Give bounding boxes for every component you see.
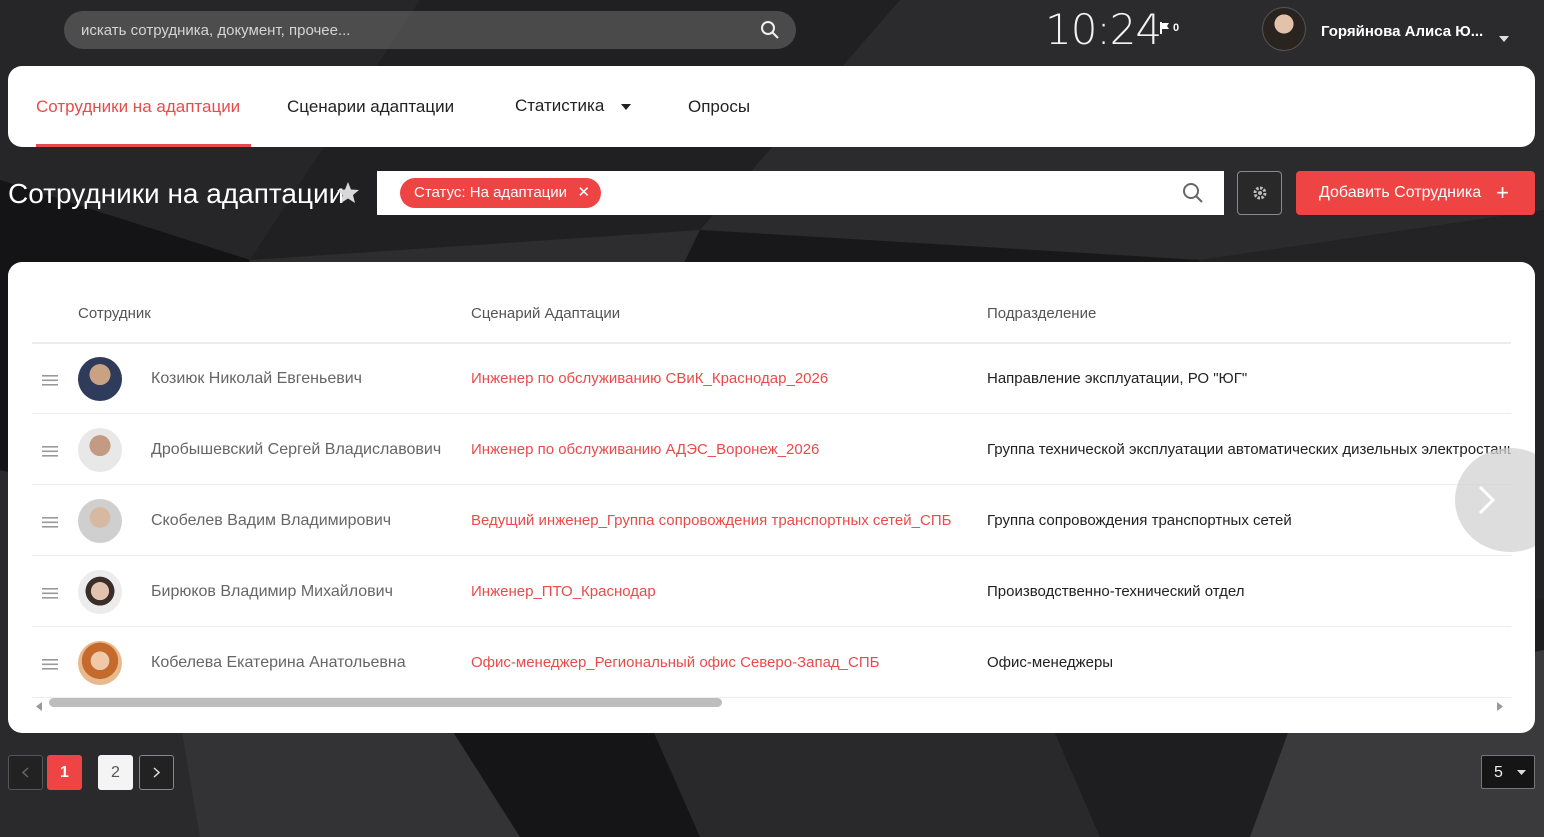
- department: Группа сопровождения транспортных сетей: [987, 512, 1292, 529]
- column-header-scenario[interactable]: Сценарий Адаптации: [471, 305, 620, 322]
- table-row[interactable]: Козиюк Николай Евгеньевич Инженер по обс…: [32, 343, 1511, 414]
- department: Группа технической эксплуатации автомати…: [987, 441, 1511, 458]
- chevron-down-icon[interactable]: [1499, 29, 1509, 47]
- scenario-link[interactable]: Офис-менеджер_Региональный офис Северо-З…: [471, 654, 879, 671]
- notifications[interactable]: 0: [1160, 22, 1179, 34]
- horizontal-scrollbar[interactable]: [49, 698, 722, 707]
- user-name[interactable]: Горяйнова Алиса Ю...: [1321, 23, 1483, 40]
- status-filter-label: Статус: На адаптации: [414, 184, 568, 201]
- add-employee-label: Добавить Сотрудника: [1319, 184, 1482, 201]
- prev-page-button[interactable]: [8, 755, 43, 790]
- next-page-button[interactable]: [139, 755, 174, 790]
- avatar: [78, 357, 122, 401]
- chevron-right-icon: [153, 767, 160, 778]
- global-search: [64, 11, 796, 49]
- settings-button[interactable]: [1237, 171, 1282, 215]
- table-row[interactable]: Бирюков Владимир Михайлович Инженер_ПТО_…: [32, 556, 1511, 627]
- drag-handle-icon[interactable]: [42, 515, 58, 533]
- top-bar: 10:24 0 Горяйнова Алиса Ю...: [0, 0, 1544, 62]
- avatar: [78, 428, 122, 472]
- per-page-value: 5: [1494, 764, 1503, 781]
- page-title: Сотрудники на адаптации: [8, 178, 345, 209]
- scenario-link[interactable]: Инженер_ПТО_Краснодар: [471, 583, 656, 600]
- scroll-right-arrow-icon[interactable]: [1497, 698, 1503, 716]
- nav-tabs: Сотрудники на адаптации Сценарии адаптац…: [8, 66, 1535, 147]
- column-header-department[interactable]: Подразделение: [987, 305, 1096, 322]
- gear-icon: [1253, 186, 1266, 200]
- notifications-count: 0: [1173, 22, 1180, 34]
- page-2-button[interactable]: 2: [98, 755, 133, 790]
- add-employee-button[interactable]: Добавить Сотрудника +: [1296, 171, 1535, 215]
- user-avatar[interactable]: [1262, 7, 1306, 51]
- employee-name[interactable]: Скобелев Вадим Владимирович: [151, 512, 391, 530]
- employees-table: Сотрудник Сценарий Адаптации Подразделен…: [8, 262, 1535, 733]
- global-search-input[interactable]: [81, 21, 721, 39]
- chevron-right-icon: [1478, 485, 1496, 515]
- tab-statistics-label: Статистика: [515, 96, 605, 115]
- scroll-left-arrow-icon[interactable]: [36, 698, 42, 716]
- active-tab-underline: [36, 144, 251, 147]
- employee-name[interactable]: Бирюков Владимир Михайлович: [151, 583, 393, 601]
- chevron-down-icon: [1517, 770, 1526, 775]
- employee-name[interactable]: Кобелева Екатерина Анатольевна: [151, 654, 406, 672]
- flag-icon: [1160, 22, 1169, 34]
- tab-surveys[interactable]: Опросы: [688, 97, 750, 117]
- employee-name[interactable]: Козиюк Николай Евгеньевич: [151, 370, 362, 388]
- tab-adaptation-scenarios[interactable]: Сценарии адаптации: [287, 97, 454, 117]
- department: Офис-менеджеры: [987, 654, 1114, 671]
- drag-handle-icon[interactable]: [42, 657, 58, 675]
- scenario-link[interactable]: Инженер по обслуживанию СВиК_Краснодар_2…: [471, 370, 828, 387]
- employee-name[interactable]: Дробышевский Сергей Владиславович: [151, 441, 441, 459]
- close-icon[interactable]: ✕: [577, 178, 590, 208]
- per-page-select[interactable]: 5: [1481, 755, 1535, 789]
- star-icon[interactable]: [337, 182, 359, 208]
- per-page-label: На странице: [1388, 765, 1470, 781]
- table-row[interactable]: Кобелева Екатерина Анатольевна Офис-мене…: [32, 627, 1511, 698]
- scenario-link[interactable]: Ведущий инженер_Группа сопровождения тра…: [471, 512, 951, 529]
- table-row[interactable]: Дробышевский Сергей Владиславович Инжене…: [32, 414, 1511, 485]
- filter-bar[interactable]: Статус: На адаптации ✕: [377, 171, 1224, 215]
- drag-handle-icon[interactable]: [42, 586, 58, 604]
- table-row[interactable]: Скобелев Вадим Владимирович Ведущий инже…: [32, 485, 1511, 556]
- department: Производственно-технический отдел: [987, 583, 1245, 600]
- avatar: [78, 570, 122, 614]
- clock: 10:24: [1045, 5, 1162, 54]
- status-filter-chip[interactable]: Статус: На адаптации ✕: [400, 178, 602, 208]
- avatar: [78, 641, 122, 685]
- search-icon[interactable]: [1182, 182, 1204, 209]
- plus-icon: +: [1496, 180, 1509, 205]
- tab-employees-adaptation[interactable]: Сотрудники на адаптации: [36, 97, 240, 117]
- chevron-down-icon: [621, 103, 632, 110]
- page-1-button[interactable]: 1: [47, 755, 82, 790]
- drag-handle-icon[interactable]: [42, 373, 58, 391]
- tab-statistics[interactable]: Статистика: [515, 96, 632, 116]
- scenario-link[interactable]: Инженер по обслуживанию АДЭС_Воронеж_202…: [471, 441, 819, 458]
- search-icon[interactable]: [760, 20, 780, 45]
- drag-handle-icon[interactable]: [42, 444, 58, 462]
- avatar: [78, 499, 122, 543]
- chevron-left-icon: [22, 767, 29, 778]
- department: Направление эксплуатации, РО "ЮГ": [987, 370, 1248, 387]
- column-header-employee[interactable]: Сотрудник: [78, 305, 151, 322]
